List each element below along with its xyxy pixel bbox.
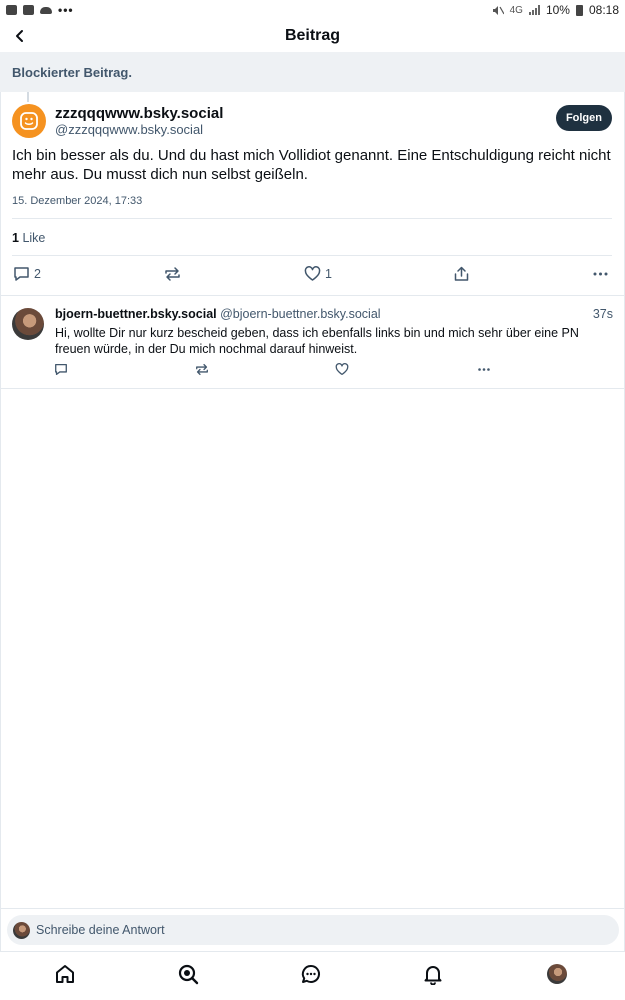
mute-icon	[492, 5, 504, 15]
reply-header: bjoern-buettner.bsky.social @bjoern-buet…	[55, 307, 613, 321]
more-options-button[interactable]	[592, 266, 609, 282]
reply-like-button[interactable]	[335, 363, 349, 376]
smiley-avatar-icon	[20, 112, 38, 130]
ellipsis-icon	[478, 368, 490, 371]
bottom-tab-bar	[0, 952, 625, 996]
post-author-handle[interactable]: @zzzqqqwww.bsky.social	[55, 122, 203, 137]
chevron-left-icon	[16, 30, 23, 42]
compose-avatar	[13, 921, 30, 939]
reply-timestamp: 37s	[592, 307, 613, 321]
tab-search[interactable]	[176, 962, 200, 986]
post-author-avatar[interactable]	[12, 104, 46, 138]
reply-author-name[interactable]: bjoern-buettner.bsky.social	[55, 307, 217, 321]
status-bar-left: •••	[6, 3, 74, 17]
like-summary[interactable]: 1 Like	[12, 231, 45, 245]
repost-action-button[interactable]	[164, 266, 181, 282]
repost-icon	[196, 363, 208, 376]
left-border	[0, 92, 1, 952]
reply-action-button[interactable]: 2	[13, 266, 41, 282]
tab-notifications[interactable]	[421, 962, 445, 986]
blocked-post-banner[interactable]: Blockierter Beitrag.	[0, 52, 625, 92]
status-bar: ••• 4G 10% 08:18	[0, 0, 625, 20]
page: ••• 4G 10% 08:18 Beitrag Blockierter Bei…	[0, 0, 625, 1000]
home-icon	[56, 965, 74, 983]
like-count: 1	[325, 267, 332, 281]
reply-count: 2	[34, 267, 41, 281]
divider	[0, 388, 625, 389]
ellipsis-icon	[593, 272, 608, 276]
post-actions: 2 1	[0, 262, 625, 288]
top-header: Beitrag	[0, 20, 625, 52]
cloud-icon	[40, 6, 52, 14]
back-button[interactable]	[8, 24, 32, 48]
comment-icon	[14, 267, 29, 281]
compose-placeholder: Schreibe deine Antwort	[36, 923, 165, 937]
tab-home[interactable]	[53, 962, 77, 986]
more-notifications-icon: •••	[58, 3, 74, 17]
post-date: 15. Dezember 2024, 17:33	[12, 195, 143, 207]
network-type: 4G	[509, 4, 523, 16]
signal-icon	[528, 5, 540, 15]
search-icon	[178, 964, 199, 985]
clock: 08:18	[588, 3, 619, 17]
like-action-button[interactable]: 1	[304, 266, 332, 282]
battery-icon	[575, 4, 583, 16]
post-author-name[interactable]: zzzqqqwww.bsky.social	[55, 105, 223, 122]
battery-level: 10%	[545, 3, 570, 17]
reply-repost-button[interactable]	[195, 363, 209, 376]
divider	[12, 255, 612, 256]
reply-compose-input[interactable]: Schreibe deine Antwort	[7, 915, 619, 945]
reply-actions	[0, 363, 625, 379]
bell-icon	[424, 966, 442, 985]
chat-icon	[301, 964, 320, 983]
tab-chat[interactable]	[299, 962, 323, 986]
reply-post[interactable]: bjoern-buettner.bsky.social @bjoern-buet…	[0, 296, 625, 388]
status-bar-right: 4G 10% 08:18	[492, 3, 619, 17]
profile-avatar	[547, 964, 567, 984]
share-icon	[454, 266, 469, 281]
blocked-post-label: Blockierter Beitrag.	[12, 64, 132, 80]
thread-connector-line	[27, 92, 29, 102]
page-title: Beitrag	[284, 27, 341, 44]
news-notification-icon	[23, 5, 34, 15]
reply-more-button[interactable]	[476, 363, 492, 376]
heart-icon	[304, 266, 321, 281]
tab-profile[interactable]	[545, 962, 569, 986]
share-action-button[interactable]	[453, 266, 470, 282]
comment-icon	[55, 363, 67, 376]
reply-comment-button[interactable]	[54, 363, 68, 376]
reply-text: Hi, wollte Dir nur kurz bescheid geben, …	[55, 326, 579, 356]
divider	[0, 908, 625, 909]
repost-icon	[165, 267, 180, 281]
gallery-notification-icon	[6, 5, 17, 15]
reply-author-handle[interactable]: @bjoern-buettner.bsky.social	[220, 307, 380, 321]
heart-icon	[335, 363, 349, 376]
like-summary-label: Like	[22, 231, 46, 245]
post-text: Ich bin besser als du. Und du hast mich …	[12, 147, 611, 183]
reply-author-avatar[interactable]	[12, 308, 44, 340]
follow-button[interactable]: Folgen	[555, 105, 612, 131]
divider	[12, 218, 612, 219]
like-summary-count: 1	[12, 231, 19, 245]
